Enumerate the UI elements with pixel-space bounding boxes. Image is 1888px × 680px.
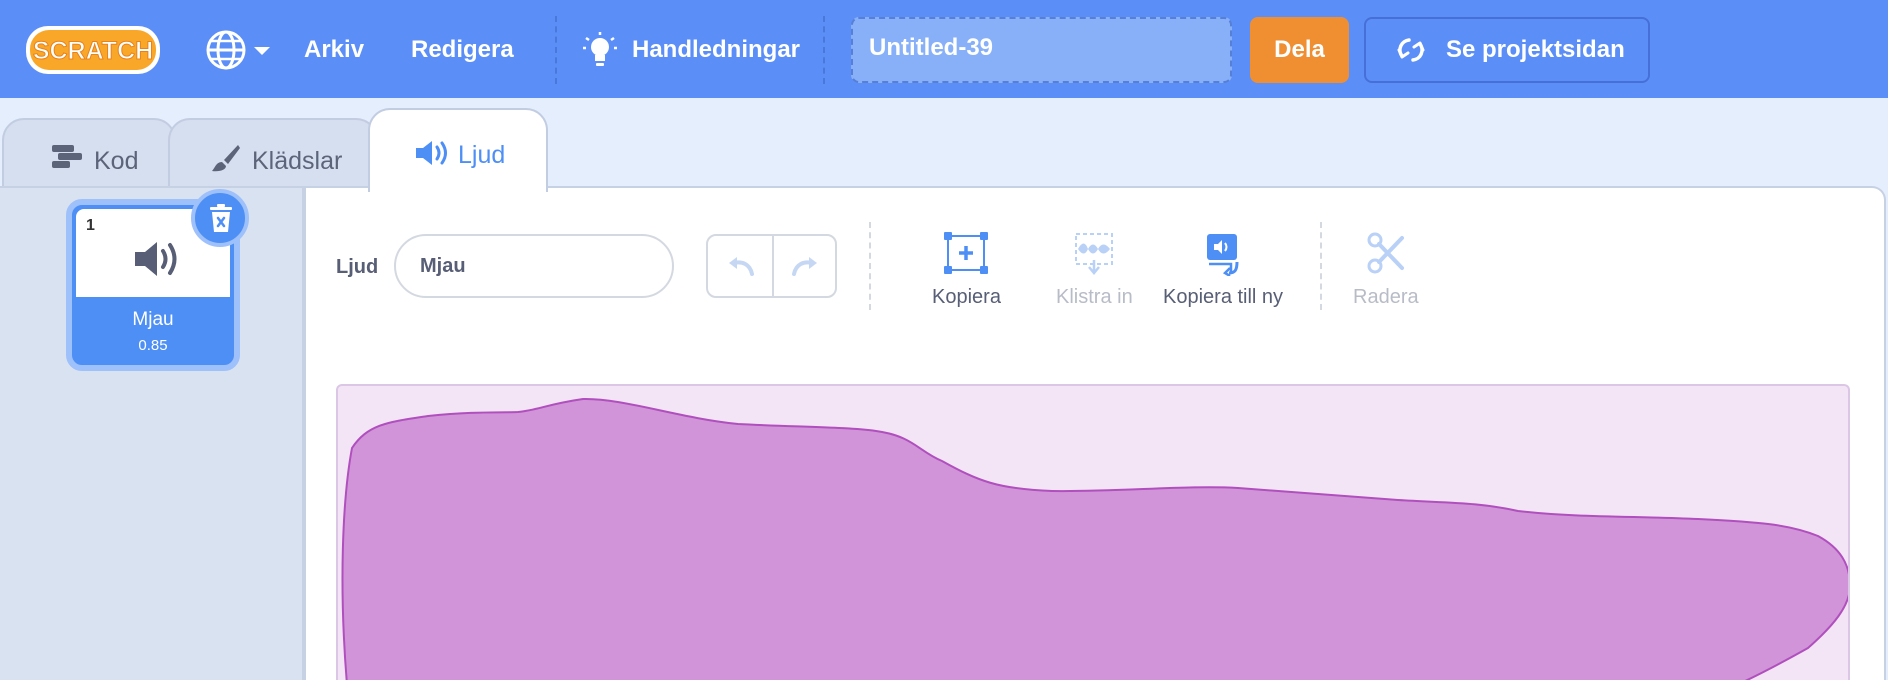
code-blocks-icon [52,145,82,168]
lightbulb-icon[interactable] [582,31,618,71]
menu-edit[interactable]: Redigera [411,34,514,66]
copy-to-new-label: Kopiera till ny [1163,286,1284,308]
menu-bar: SCRATCH Arkiv Redigera Handledningar Unt… [0,0,1888,98]
sound-name-input[interactable]: Mjau [394,234,674,298]
redo-icon[interactable] [790,254,820,278]
speaker-icon [416,141,447,165]
delete-sound-button[interactable] [191,189,249,247]
waveform-area[interactable] [336,384,1850,680]
tab-code[interactable]: Kod [2,118,176,190]
copy-to-new-button[interactable]: Kopiera till ny [1163,230,1283,309]
see-project-page-label: Se projektsidan [1446,36,1625,63]
menu-divider [555,16,557,84]
tab-code-label: Kod [94,147,139,175]
speaker-icon [135,242,177,276]
sound-name: Mjau [132,309,174,330]
waveform [341,397,1848,680]
paintbrush-icon [212,145,240,172]
see-project-page-button[interactable]: Se projektsidan [1364,17,1650,83]
copy-to-new-icon [1207,234,1239,276]
globe-icon[interactable] [203,29,249,71]
scissors-icon [1367,232,1404,274]
menu-divider [823,16,825,84]
paste-label: Klistra in [1056,286,1133,308]
toolbar-divider [1320,222,1322,310]
chevron-down-icon[interactable] [252,45,272,57]
share-button[interactable]: Dela [1250,17,1349,83]
scratch-logo-text: SCRATCH [33,37,153,65]
tab-costumes-label: Klädslar [252,147,343,175]
waveform-shape [341,397,1848,680]
delete-label: Radera [1353,286,1419,308]
sound-name-label: Ljud [336,256,379,278]
sound-index: 1 [86,217,95,234]
paste-icon [1075,233,1114,275]
scratch-logo[interactable]: SCRATCH [24,22,162,78]
undo-icon[interactable] [726,254,756,278]
menu-file[interactable]: Arkiv [304,34,364,66]
toolbar-divider [869,222,871,310]
trash-icon [210,204,232,232]
undo-redo-divider [772,236,774,296]
tab-sounds[interactable]: Ljud [368,108,548,192]
copy-label: Kopiera [932,286,1001,308]
paste-button[interactable]: Klistra in [1056,230,1133,309]
sound-duration: 0.85 [138,337,168,354]
copy-icon [944,232,989,274]
tab-costumes[interactable]: Klädslar [168,118,378,190]
copy-button[interactable]: Kopiera [932,230,1001,309]
project-title-input[interactable]: Untitled-39 [851,17,1232,83]
refresh-icon [1397,38,1425,62]
undo-redo-group [706,234,837,298]
menu-tutorials[interactable]: Handledningar [632,34,800,66]
tab-sounds-label: Ljud [458,141,506,169]
delete-button[interactable]: Radera [1353,230,1419,309]
